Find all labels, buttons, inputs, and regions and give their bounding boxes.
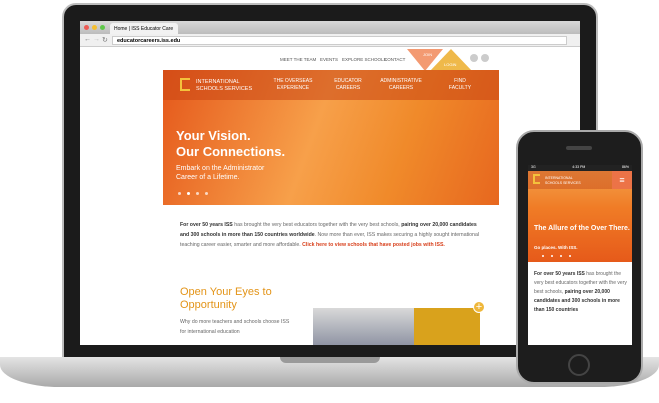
nav-label: EDUCATOR	[334, 78, 362, 84]
maximize-window-icon[interactable]	[100, 25, 105, 30]
intro-bold: For over 50 years ISS	[180, 222, 233, 228]
mobile-logo[interactable]: INTERNATIONAL SCHOOLS SERVICES	[545, 176, 581, 185]
carousel-dot[interactable]	[560, 255, 562, 257]
hero-sub-line2: Career of a Lifetime.	[176, 174, 240, 181]
nav-label: EXPERIENCE	[276, 85, 310, 91]
nav-contact[interactable]: CONTACT	[384, 57, 405, 62]
iss-logo-icon	[180, 78, 190, 91]
carousel-dot[interactable]	[551, 255, 553, 257]
nav-administrative-careers[interactable]: ADMINISTRATIVE CAREERS	[376, 78, 426, 92]
carousel-dot[interactable]	[178, 192, 181, 195]
nav-label: CAREERS	[388, 85, 414, 91]
phone-speaker	[566, 146, 592, 150]
carousel-dot[interactable]	[196, 192, 199, 195]
mobile-intro: For over 50 years ISS has brought the ve…	[534, 270, 628, 315]
laptop-notch	[280, 357, 380, 363]
mobile-hero-title: The Allure of the Over There.	[534, 225, 630, 232]
carousel-dot[interactable]	[569, 255, 571, 257]
nav-label: THE OVERSEAS	[273, 78, 313, 84]
mobile-screen: 3G 4:33 PM 86% INTERNATIONAL SCHOOLS SERVIC…	[528, 165, 632, 345]
back-icon[interactable]: ←	[84, 36, 91, 43]
login-label: LOGIN	[444, 62, 457, 67]
section-body: Why do more teachers and schools choose …	[180, 319, 290, 335]
view-schools-link[interactable]: Click here to view schools that have pos…	[302, 242, 445, 248]
hero-banner: INTERNATIONAL SCHOOLS SERVICES THE OVERSE…	[163, 70, 499, 205]
site-logo[interactable]: INTERNATIONAL SCHOOLS SERVICES	[196, 79, 252, 92]
mobile-hero-subtitle: Go places. With ISS.	[534, 245, 578, 250]
nav-label: CAREERS	[335, 85, 361, 91]
minimize-window-icon[interactable]	[92, 25, 97, 30]
carousel-dot[interactable]	[542, 255, 544, 257]
carousel-dots	[178, 192, 208, 195]
nav-label: ADMINISTRATIVE	[380, 78, 422, 84]
nav-label: FACULTY	[448, 85, 472, 91]
hero-sub-line1: Embark on the Administrator	[176, 165, 265, 172]
phone: 3G 4:33 PM 86% INTERNATIONAL SCHOOLS SERVIC…	[516, 130, 643, 384]
carousel-dot[interactable]	[205, 192, 208, 195]
tab-title: Home | ISS Educator Care	[114, 26, 174, 32]
tab-bar: Home | ISS Educator Care	[80, 21, 580, 34]
nav-meet-the-team[interactable]: MEET THE TEAM	[280, 57, 316, 62]
nav-overseas-experience[interactable]: THE OVERSEAS EXPERIENCE	[268, 78, 318, 92]
intro-text: has brought the very best educators toge…	[232, 222, 402, 228]
hamburger-menu-icon[interactable]: ≡	[612, 171, 632, 189]
logo-line2: SCHOOLS SERVICES	[545, 180, 581, 185]
iss-video-panel[interactable]	[414, 308, 480, 345]
nav-explore-schools[interactable]: EXPLORE SCHOOLS	[342, 57, 387, 62]
hero-title-line1: Your Vision.	[176, 128, 251, 143]
browser-window: Home | ISS Educator Care ← → ↻ educatorc…	[80, 21, 580, 345]
logo-line2: SCHOOLS SERVICES	[196, 85, 253, 92]
login-button[interactable]	[430, 49, 472, 71]
hero-title: Your Vision. Our Connections.	[176, 128, 285, 160]
nav-educator-careers[interactable]: EDUCATOR CAREERS	[323, 78, 373, 92]
close-window-icon[interactable]	[84, 25, 89, 30]
main-nav: INTERNATIONAL SCHOOLS SERVICES THE OVERSE…	[163, 70, 499, 100]
carousel-dot[interactable]	[187, 192, 190, 195]
browser-tab[interactable]: Home | ISS Educator Care	[110, 23, 178, 34]
intro-paragraph: For over 50 years ISS has brought the ve…	[180, 220, 480, 250]
video-thumbnail[interactable]	[313, 308, 414, 345]
nav-label: FIND	[454, 78, 466, 84]
iss-logo-icon	[533, 174, 540, 184]
section-title: Open Your Eyes to Opportunity	[180, 286, 272, 311]
plus-icon[interactable]: +	[473, 301, 485, 313]
address-bar-row: ← → ↻ educatorcareers.iss.edu	[80, 34, 580, 47]
hero-subtitle: Embark on the Administrator Career of a L…	[176, 164, 264, 182]
hero-title-line2: Our Connections.	[176, 144, 286, 159]
mobile-carousel-dots	[542, 255, 571, 257]
intro-bold: For over 50 years ISS	[534, 271, 585, 277]
forward-icon[interactable]: →	[93, 36, 100, 43]
twitter-icon[interactable]	[481, 54, 489, 62]
nav-events[interactable]: EVENTS	[320, 57, 338, 62]
nav-find-faculty[interactable]: FIND FACULTY	[435, 78, 485, 92]
reload-icon[interactable]: ↻	[102, 36, 108, 44]
facebook-icon[interactable]	[470, 54, 478, 62]
home-button[interactable]	[568, 354, 590, 376]
url-input[interactable]: educatorcareers.iss.edu	[112, 36, 567, 45]
